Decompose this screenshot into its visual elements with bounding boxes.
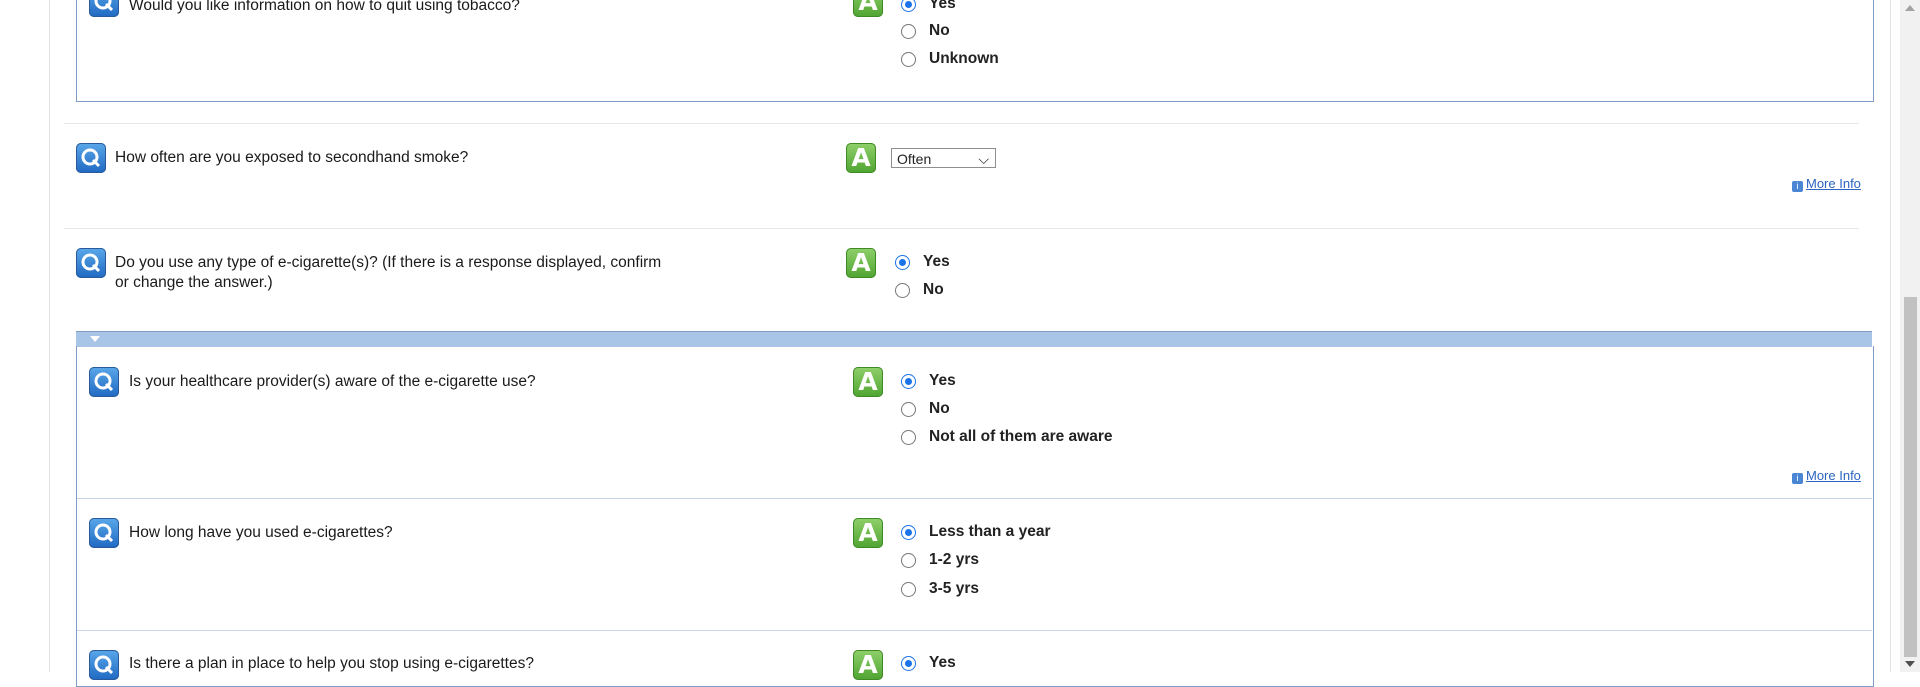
option-label: Yes [929,0,956,12]
page-right-border [1890,0,1891,672]
question-icon [76,143,106,173]
option-label: 3-5 yrs [929,580,979,597]
radio-button-selected[interactable] [901,525,916,540]
option-label: Less than a year [929,523,1051,540]
question-text: Is your healthcare provider(s) aware of … [129,373,536,390]
option-label: Not all of them are aware [929,428,1113,445]
option-label: Yes [929,372,956,389]
option-label: Yes [923,253,950,270]
option-label: Unknown [929,50,999,67]
option-label: 1-2 yrs [929,551,979,568]
scroll-down-arrow-icon[interactable] [1905,661,1915,667]
more-info-label: More Info [1806,468,1861,483]
question-text: How long have you used e-cigarettes? [129,524,393,541]
radio-button-selected[interactable] [901,656,916,671]
scroll-up-arrow-icon[interactable] [1905,5,1915,11]
select-value: Often [897,151,932,167]
more-info-label: More Info [1806,176,1861,191]
option-label: No [923,281,944,298]
radio-button[interactable] [895,283,910,298]
divider [64,123,1859,124]
question-icon [89,367,119,397]
more-info-link[interactable]: i More Info [1792,176,1861,192]
radio-button-selected[interactable] [895,255,910,270]
divider [77,630,1872,631]
answer-icon: A [853,650,883,680]
option-label: No [929,22,950,39]
ecig-followup-panel [76,346,1874,687]
answer-icon: A [853,367,883,397]
scrollbar-thumb[interactable] [1904,297,1917,657]
chevron-down-icon: ⌵ [978,151,989,167]
divider [64,228,1859,229]
divider [77,498,1872,499]
question-text-line1: Do you use any type of e-cigarette(s)? (… [115,254,662,271]
page-left-border [49,0,50,672]
question-text-line2: or change the answer.) [115,274,273,291]
question-text: Is there a plan in place to help you sto… [129,655,534,672]
question-text: Would you like information on how to qui… [129,0,520,14]
info-icon: i [1792,473,1803,484]
question-icon [89,518,119,548]
frequency-select[interactable]: Often ⌵ [891,148,996,168]
radio-button[interactable] [901,582,916,597]
radio-button[interactable] [901,430,916,445]
question-icon [89,650,119,680]
answer-icon: A [853,518,883,548]
option-label: Yes [929,654,956,671]
question-icon [76,248,106,278]
info-icon: i [1792,181,1803,192]
question-icon [89,0,119,17]
answer-icon: A [846,248,876,278]
collapse-triangle-icon[interactable] [90,336,100,342]
radio-button[interactable] [901,553,916,568]
answer-icon: A [846,143,876,173]
radio-button[interactable] [901,52,916,67]
answer-icon: A [853,0,883,17]
more-info-link[interactable]: i More Info [1792,468,1861,484]
section-collapse-bar[interactable] [76,331,1872,347]
option-label: No [929,400,950,417]
radio-button[interactable] [901,402,916,417]
vertical-scrollbar[interactable] [1900,0,1920,672]
question-text: How often are you exposed to secondhand … [115,149,469,166]
radio-button[interactable] [901,24,916,39]
radio-button-selected[interactable] [901,374,916,389]
